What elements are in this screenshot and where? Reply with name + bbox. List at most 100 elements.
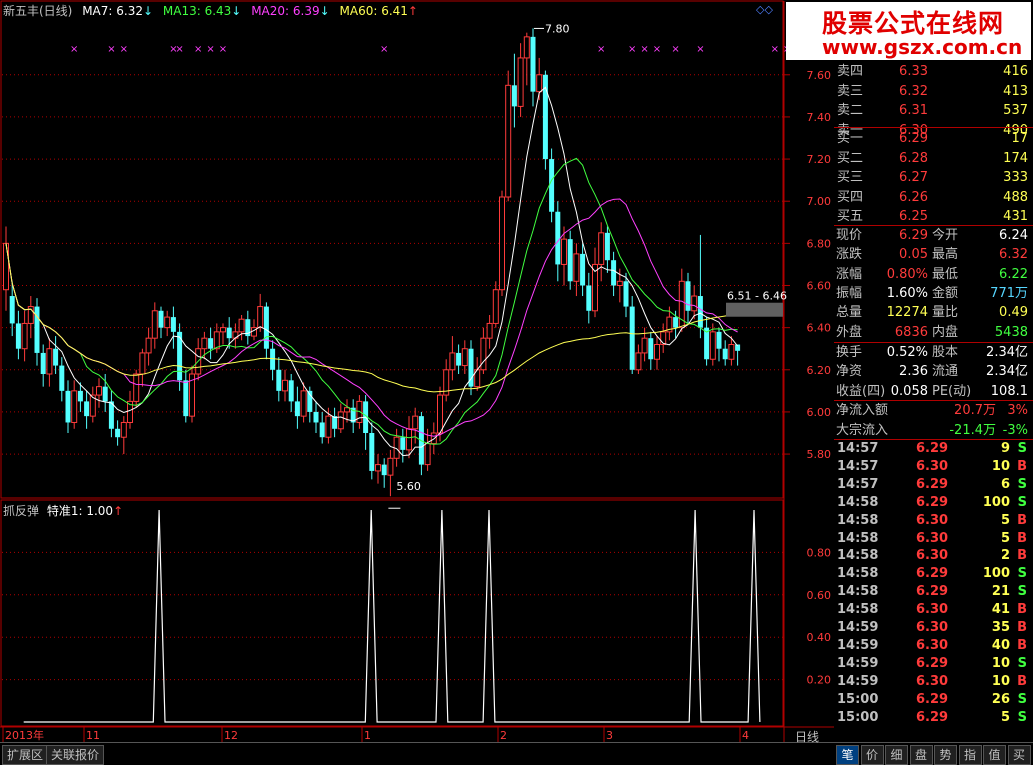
panel-tab[interactable]: 笔 [836,745,859,765]
tick-price: 6.30 [916,673,949,689]
price-tick-label: 5.80 [807,448,832,461]
arrow-down-icon: ↓ [231,4,242,18]
fundamental-row[interactable]: 换手 0.52% 股本 2.34亿 [834,343,1032,362]
trade-tick-row[interactable]: 15:00 6.29 26 S [834,691,1032,709]
candle-body [120,421,127,438]
quote-stat-row[interactable]: 外盘 6836 内盘 5438 [834,323,1032,342]
money-flow-row[interactable]: 净流入额 20.7万 3% [834,401,1032,420]
trade-tick-row[interactable]: 14:59 6.30 35 B [834,619,1032,637]
stat-value: 0.80% [886,266,928,282]
bid-row[interactable]: 买二 6.28 174 [834,149,1032,168]
stat-value: 2.34亿 [986,345,1028,360]
candle-body [629,306,635,370]
period-label[interactable]: 日线 [795,728,819,745]
trade-tick-row[interactable]: 14:59 6.30 40 B [834,637,1032,655]
candle-body [387,457,394,476]
ask-volume: 537 [1003,103,1028,118]
candle-body [183,380,189,417]
bid-volume: 431 [1003,209,1028,224]
trade-tick-row[interactable]: 14:59 6.30 10 B [834,673,1032,691]
candle-body [381,464,387,476]
stat-value: 12274 [886,305,928,321]
candle-body [375,464,381,472]
ask-row[interactable]: 卖二 6.31 537 [834,101,1032,120]
tick-volume: 5 [1000,530,1010,546]
tick-price: 6.30 [916,512,949,528]
tick-side: B [1017,620,1027,635]
trade-tick-row[interactable]: 14:58 6.29 21 S [834,583,1032,601]
candle-body [21,322,28,350]
candle-body [257,306,264,329]
trade-tick-row[interactable]: 14:58 6.30 5 B [834,512,1032,530]
flow-percent: -3% [1002,422,1028,438]
candle-body [623,281,629,307]
ma7-label: MA7: 6.32↓ [82,4,154,18]
trade-tick-row[interactable]: 14:57 6.29 9 S [834,440,1032,458]
tab-extension-area[interactable]: 扩展区 [2,745,49,765]
trade-tick-row[interactable]: 14:59 6.29 10 S [834,655,1032,673]
trade-tick-row[interactable]: 14:57 6.29 6 S [834,476,1032,494]
trade-tick-row[interactable]: 14:58 6.29 100 S [834,494,1032,512]
trade-tick-row[interactable]: 14:58 6.29 100 S [834,565,1032,583]
panel-tab[interactable]: 买 [1007,745,1031,765]
panel-tab[interactable]: 指 [958,745,982,765]
indicator-title[interactable]: 抓反弹 [3,504,39,518]
candle-body [108,401,114,429]
corner-diamond-icons[interactable]: ◇◇ [756,3,773,16]
tick-side: S [1017,584,1027,600]
fundamental-row[interactable]: 净资 2.36 流通 2.34亿 [834,362,1032,381]
stat-value: 6.32 [999,247,1028,263]
candle-body [641,337,648,354]
trade-tick-row[interactable]: 14:58 6.30 5 B [834,530,1032,548]
tick-volume: 10 [991,458,1010,474]
panel-tab[interactable]: 细 [885,745,908,765]
candle-body [697,296,703,328]
candle-body [685,281,691,311]
quote-stat-row[interactable]: 振幅 1.60% 金额 771万 [834,284,1032,303]
quote-stat-row[interactable]: 总量 12274 量比 0.49 [834,303,1032,322]
ask-row[interactable]: 卖四 6.33 416 [834,62,1032,81]
bid-volume: 174 [1003,150,1028,166]
bid-label: 买五 [837,209,864,224]
tick-time: 14:58 [837,602,879,618]
kline-chart-area[interactable]: 7.60 7.40 7.20 7.00 6.80 6.60 6.40 6.20 6.00 5.80… [0,0,834,742]
trade-tick-row[interactable]: 14:58 6.30 41 B [834,601,1032,619]
panel-tab[interactable]: 势 [934,745,957,765]
stat-label: 金额 [932,285,959,301]
fundamental-row[interactable]: 收益(四) 0.058 PE(动) 108.1 [834,382,1032,401]
candle-body [580,253,586,286]
bid-price: 6.27 [899,170,928,185]
bid-row[interactable]: 买三 6.27 333 [834,168,1032,187]
tick-side: B [1017,637,1027,653]
panel-tab[interactable]: 盘 [909,745,933,765]
panel-tab[interactable]: 值 [983,745,1006,765]
tab-related-quotes[interactable]: 关联报价 [46,745,105,765]
candle-body [567,239,573,282]
panel-tab[interactable]: 价 [860,745,884,765]
quote-stat-row[interactable]: 涨跌 0.05 最高 6.32 [834,245,1032,264]
tick-price: 6.29 [916,494,949,510]
ask-row[interactable]: 卖三 6.32 413 [834,82,1032,101]
candle-body [555,211,561,265]
candle-body [226,327,232,339]
bid-row[interactable]: 买五 6.25 431 [834,207,1032,226]
trade-tick-row[interactable]: 15:00 6.29 5 S [834,709,1032,727]
flow-percent: 3% [1007,403,1028,418]
trade-tick-row[interactable]: 14:57 6.30 10 B [834,458,1032,476]
bid-label: 买四 [837,189,864,205]
stock-title[interactable]: 新五丰(日线) [3,4,72,18]
trade-tick-row[interactable]: 14:58 6.30 2 B [834,547,1032,565]
price-tick-label: 6.40 [807,322,832,335]
bid-row[interactable]: 买四 6.26 488 [834,188,1032,207]
ask-volume: 416 [1003,64,1028,79]
quote-stat-row[interactable]: 现价 6.29 今开 6.24 [834,226,1032,245]
ask-price: 6.31 [899,103,928,118]
quote-stat-row[interactable]: 涨幅 0.80% 最低 6.22 [834,265,1032,284]
money-flow-row[interactable]: 大宗流入 -21.4万 -3% [834,421,1032,440]
tick-side: S [1017,566,1027,582]
indicator-tick-label: 0.20 [807,674,832,687]
stat-label: 现价 [836,228,863,243]
bid-row[interactable]: 买一 6.29 17 [834,129,1032,148]
stat-value: 771万 [990,285,1028,301]
signal-mark: × [771,44,779,55]
